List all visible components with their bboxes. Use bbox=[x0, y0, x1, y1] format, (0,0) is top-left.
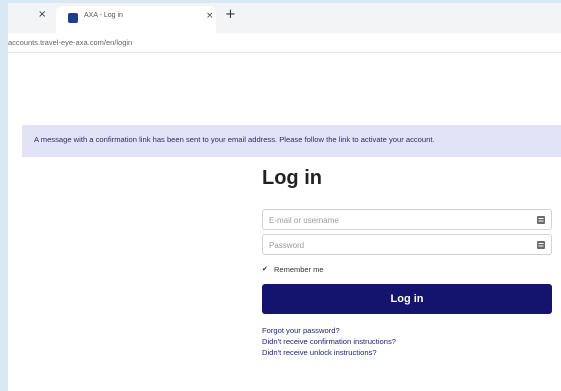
browser-window: × AXA - Log in × + accounts.travel-eye-a… bbox=[8, 3, 561, 391]
address-bar[interactable]: accounts.travel-eye-axa.com/en/login bbox=[8, 33, 561, 53]
tab-close-icon[interactable]: × bbox=[206, 11, 214, 21]
banner-message: A message with a confirmation link has b… bbox=[34, 135, 435, 144]
password-field[interactable] bbox=[269, 238, 519, 252]
browser-tab-active[interactable]: AXA - Log in × bbox=[56, 6, 216, 33]
new-tab-button[interactable]: + bbox=[225, 7, 236, 22]
axa-favicon-icon bbox=[68, 13, 78, 23]
login-button[interactable]: Log in bbox=[262, 284, 552, 314]
unlock-instructions-link[interactable]: Didn't receive unlock instructions? bbox=[262, 347, 396, 358]
email-field[interactable] bbox=[269, 213, 519, 227]
tab-title: AXA - Log in bbox=[84, 12, 123, 19]
page-title: Log in bbox=[262, 167, 322, 189]
prev-tab-close-icon[interactable]: × bbox=[38, 9, 46, 20]
confirmation-instructions-link[interactable]: Didn't receive confirmation instructions… bbox=[262, 336, 396, 347]
confirmation-banner: A message with a confirmation link has b… bbox=[22, 125, 561, 157]
keyboard-icon bbox=[537, 241, 545, 249]
keyboard-icon bbox=[537, 216, 545, 224]
remember-checkbox[interactable]: ✔ bbox=[262, 266, 270, 274]
help-links: Forgot your password? Didn't receive con… bbox=[262, 325, 396, 358]
remember-me[interactable]: ✔ Remember me bbox=[262, 265, 324, 274]
password-field-wrapper bbox=[262, 234, 552, 255]
remember-label: Remember me bbox=[274, 265, 324, 274]
tab-bar: × AXA - Log in × + bbox=[8, 3, 561, 33]
url-text[interactable]: accounts.travel-eye-axa.com/en/login bbox=[8, 38, 132, 47]
forgot-password-link[interactable]: Forgot your password? bbox=[262, 325, 396, 336]
email-field-wrapper bbox=[262, 209, 552, 230]
